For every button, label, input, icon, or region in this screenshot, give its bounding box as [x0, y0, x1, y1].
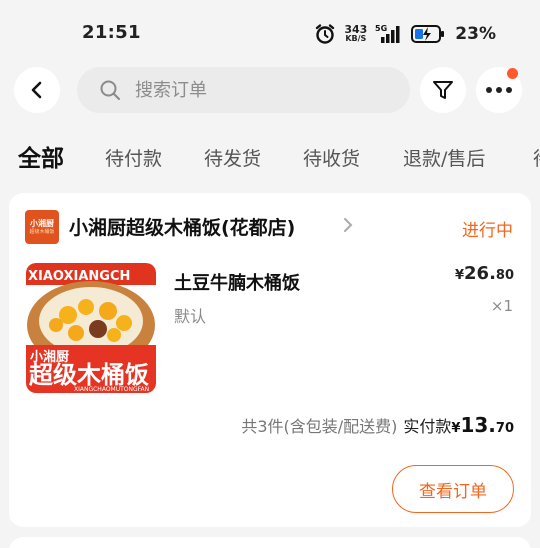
back-arrow-icon [31, 81, 42, 99]
more-button[interactable] [476, 67, 522, 113]
order-status: 进行中 [462, 221, 513, 241]
store-logo: 小湘厨 超级木桶饭 [25, 210, 59, 244]
food-name[interactable]: 土豆牛腩木桶饭 [174, 269, 300, 295]
signal-icon: 5G [375, 24, 400, 43]
order-summary: 共3件(含包装/配送费) 实付款 ¥ 13. 70 [241, 413, 514, 437]
view-order-button[interactable]: 查看订单 [392, 465, 514, 513]
food-spec: 默认 [174, 307, 207, 326]
notification-badge [507, 68, 518, 79]
food-price: ¥26.80 [454, 263, 514, 284]
paid-label: 实付款 [403, 417, 452, 436]
svg-text:XIANGCHAOMUTONGFAN: XIANGCHAOMUTONGFAN [74, 386, 149, 393]
back-button[interactable] [14, 67, 60, 113]
paid-currency: ¥ [451, 421, 461, 436]
search-icon [100, 80, 120, 100]
chevron-right-icon[interactable] [342, 217, 354, 233]
net-speed: 343 KB/S [344, 23, 368, 43]
tab-more[interactable]: 待 [533, 140, 540, 178]
status-icons: 343 KB/S 5G 23% [314, 20, 496, 48]
more-icon [486, 87, 492, 93]
food-image[interactable]: XIAOXIANGCH 小湘厨 超级木桶饭 XIANGCHAOMUTONGFAN [26, 263, 156, 393]
svg-text:超级木桶饭: 超级木桶饭 [29, 361, 149, 389]
summary-info: 共3件(含包装/配送费) [241, 417, 398, 436]
search-box[interactable] [77, 67, 410, 113]
order-card[interactable]: 小湘厨 超级木桶饭 小湘厨超级木桶饭(花都店) 进行中 XIAOXIANGCH … [9, 193, 531, 527]
tab-all[interactable]: 全部 [18, 140, 64, 178]
food-quantity: ×1 [490, 297, 513, 315]
battery-percent: 23% [455, 24, 496, 44]
status-bar: 21:51 343 KB/S 5G 23% [0, 0, 540, 66]
tab-pending-receipt[interactable]: 待收货 [303, 140, 360, 178]
next-order-card[interactable] [9, 537, 531, 548]
status-time: 21:51 [82, 22, 141, 43]
filter-button[interactable] [420, 67, 466, 113]
tab-pending-shipment[interactable]: 待发货 [204, 140, 261, 178]
paid-amount-decimal: 70 [495, 421, 514, 436]
tab-pending-payment[interactable]: 待付款 [105, 140, 162, 178]
order-tabs: 全部 待付款 待发货 待收货 退款/售后 待 [18, 140, 540, 180]
filter-icon [433, 81, 453, 99]
store-name[interactable]: 小湘厨超级木桶饭(花都店) [69, 213, 295, 240]
battery-charging-icon [411, 25, 445, 43]
paid-amount: 13. [460, 413, 496, 437]
tab-refund-aftersales[interactable]: 退款/售后 [403, 140, 485, 178]
svg-text:5G: 5G [375, 24, 387, 33]
search-input[interactable] [135, 79, 375, 101]
alarm-icon [316, 24, 335, 44]
svg-text:XIAOXIANGCH: XIAOXIANGCH [28, 269, 130, 284]
